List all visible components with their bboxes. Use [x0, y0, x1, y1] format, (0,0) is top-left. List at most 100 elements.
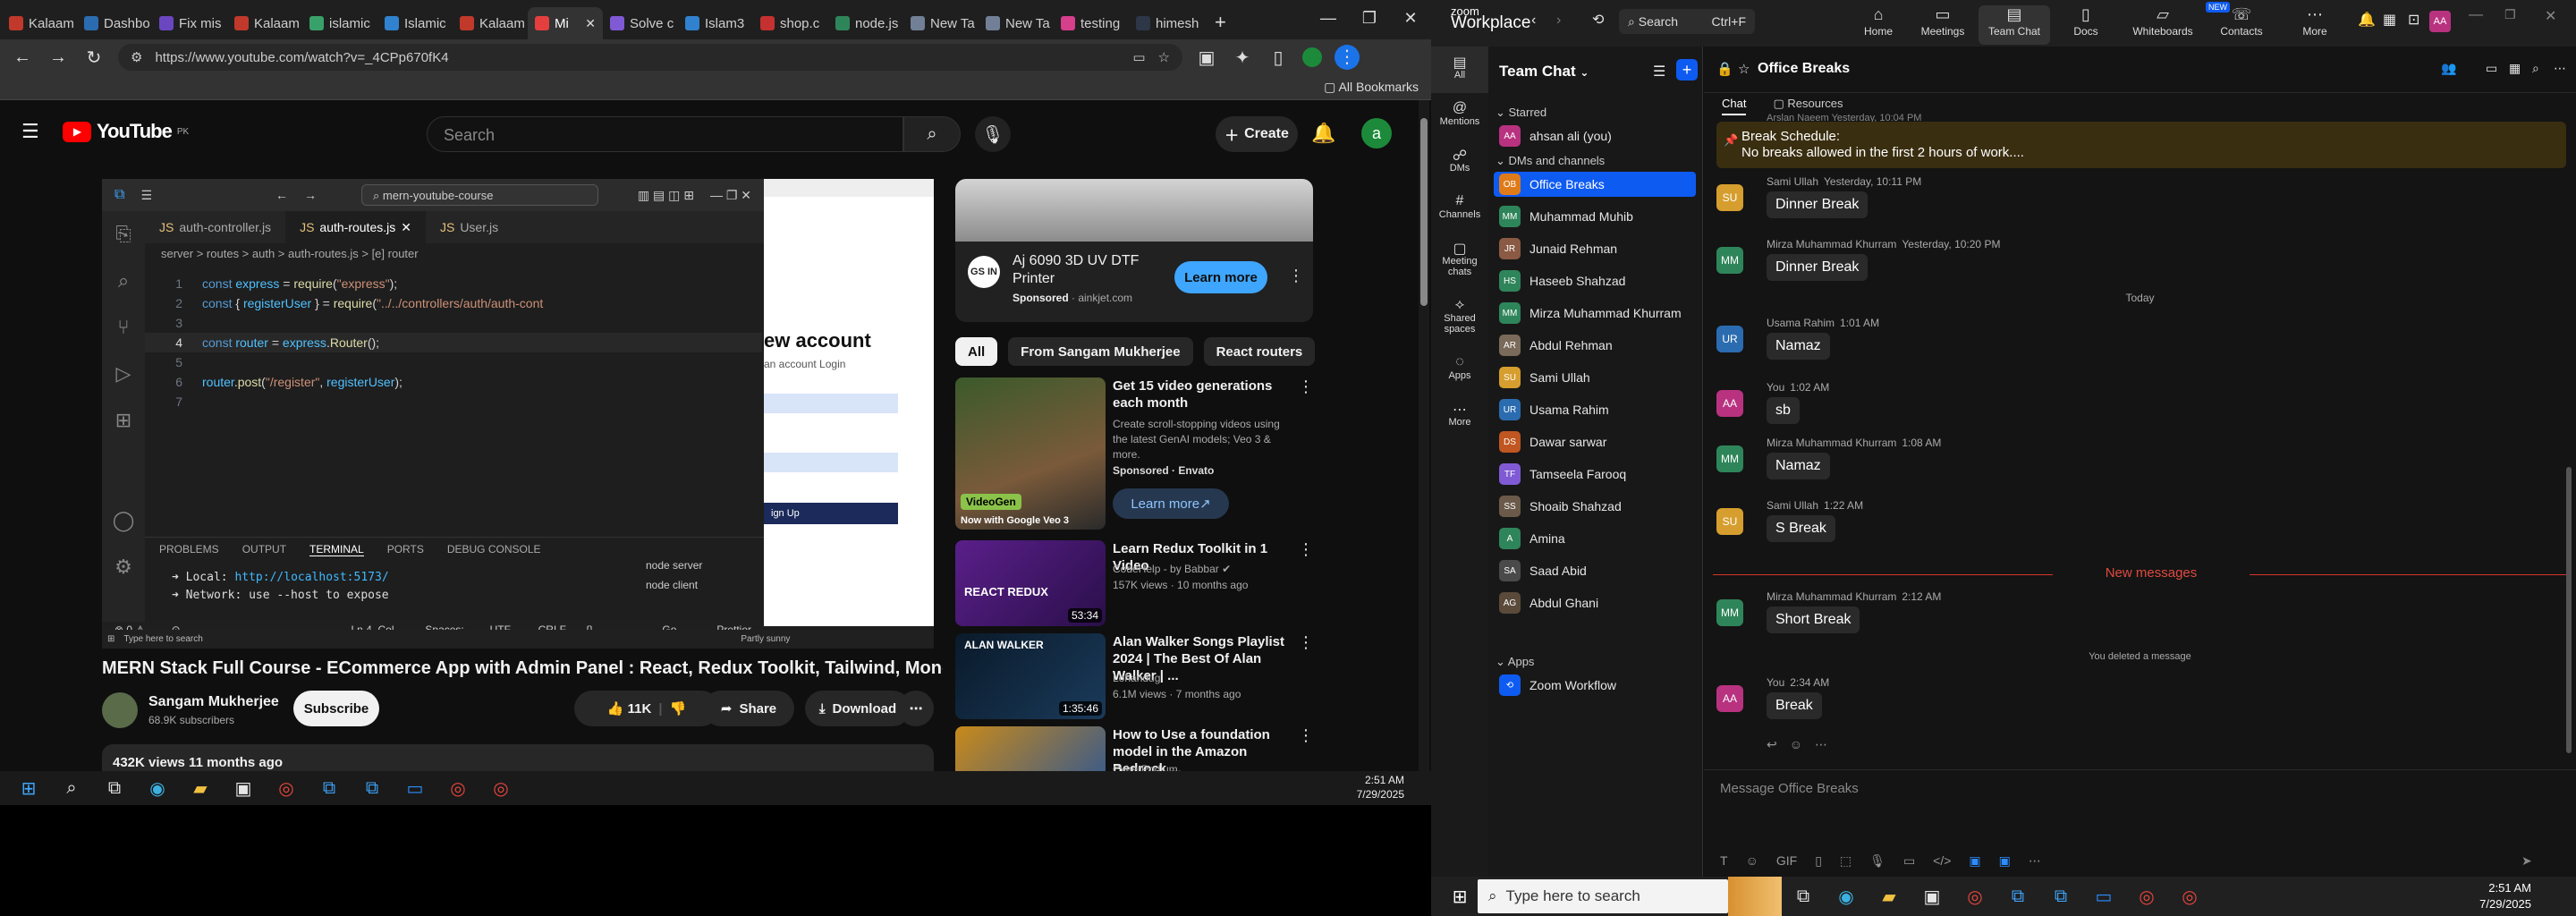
- like-button[interactable]: 👍 11K: [607, 700, 652, 717]
- menu-icon[interactable]: ⋮: [1335, 45, 1360, 70]
- extension-icon[interactable]: ▣: [1195, 47, 1218, 69]
- chrome-icon[interactable]: ◎: [265, 771, 308, 805]
- rail-apps[interactable]: ◌ Apps: [1431, 347, 1488, 394]
- video-menu-icon[interactable]: ⋮: [1298, 633, 1314, 652]
- video-menu-icon[interactable]: ⋮: [1298, 540, 1314, 559]
- channel-item[interactable]: HS Haseeb Shahzad: [1494, 268, 1696, 293]
- recommended-video[interactable]: VideoGen Now with Google Veo 3 Get 15 vi…: [955, 377, 1331, 530]
- channel-item[interactable]: AR Abdul Rehman: [1494, 333, 1696, 358]
- taskbar-clock-right[interactable]: 2:51 AM 7/29/2025: [2479, 880, 2531, 912]
- emoji-icon[interactable]: ☺: [1790, 737, 1802, 752]
- edge-icon[interactable]: ◉: [1825, 877, 1868, 916]
- taskbar-clock[interactable]: 2:51 AM 7/29/2025: [1357, 773, 1404, 802]
- browser-tab[interactable]: Kalaam: [453, 7, 528, 39]
- chip-channel[interactable]: From Sangam Mukherjee: [1008, 337, 1193, 366]
- channel-avatar[interactable]: [102, 692, 138, 728]
- rail-meeting-chats[interactable]: ▢ Meeting chats: [1431, 233, 1488, 290]
- calendar-icon[interactable]: ▦: [2509, 61, 2521, 76]
- ad-learn-more-button[interactable]: Learn more: [1174, 261, 1267, 293]
- chat-title[interactable]: Office Breaks: [1758, 61, 1850, 77]
- rail-channels[interactable]: # Channels: [1431, 186, 1488, 233]
- task-view-icon[interactable]: ⧉: [93, 771, 136, 805]
- browser-tab[interactable]: Kalaam: [227, 7, 302, 39]
- site-info-icon[interactable]: ⚙: [131, 49, 142, 65]
- taskbar-search-input[interactable]: ⌕ Type here to search: [1478, 879, 1728, 913]
- user-avatar[interactable]: AA: [2429, 11, 2451, 32]
- channel-item[interactable]: DS Dawar sarwar: [1494, 429, 1696, 454]
- chat-message[interactable]: SU Sami Ullah Yesterday, 10:11 PM Dinner Br…: [1716, 175, 2521, 225]
- profile-avatar[interactable]: [1302, 47, 1322, 67]
- scrollbar-thumb[interactable]: [2566, 467, 2572, 753]
- channel-item[interactable]: TF Tamseela Farooq: [1494, 462, 1696, 487]
- dislike-button[interactable]: 👎: [670, 700, 687, 717]
- weather-widget-icon[interactable]: [1728, 877, 1782, 916]
- ad-menu-icon[interactable]: ⋮: [1288, 267, 1304, 285]
- chat-message[interactable]: AA You 1:02 AM sb: [1716, 381, 2521, 431]
- edge-icon[interactable]: ◉: [136, 771, 179, 805]
- gif-button[interactable]: GIF: [1776, 853, 1797, 869]
- all-bookmarks[interactable]: ▢ All Bookmarks: [1324, 80, 1419, 95]
- search-icon[interactable]: ⌕: [2532, 61, 2539, 76]
- nav-docs[interactable]: ▯ Docs: [2050, 5, 2122, 38]
- channel-item[interactable]: JR Junaid Rehman: [1494, 236, 1696, 261]
- chat-message[interactable]: MM Mirza Muhammad Khurram 2:12 AM Short Bre…: [1716, 590, 2521, 640]
- browser-tab[interactable]: Mi ✕: [528, 7, 603, 39]
- chrome-icon[interactable]: ◎: [2168, 877, 2211, 916]
- task-view-icon[interactable]: ⧉: [1782, 877, 1825, 916]
- browser-tab[interactable]: islamic: [302, 7, 377, 39]
- url-input[interactable]: ⚙ https://www.youtube.com/watch?v=_4CPp6…: [118, 44, 1182, 71]
- file-icon[interactable]: ▯: [1815, 853, 1822, 869]
- format-icon[interactable]: T: [1720, 853, 1728, 869]
- back-icon[interactable]: ←: [11, 47, 34, 68]
- nav-team-chat[interactable]: ▤ Team Chat: [1979, 5, 2050, 45]
- code-icon[interactable]: </>: [1933, 853, 1951, 869]
- chrome-icon[interactable]: ◎: [436, 771, 479, 805]
- list-title[interactable]: Team Chat ⌄: [1499, 63, 1589, 81]
- browser-tab[interactable]: Islamic: [377, 7, 453, 39]
- mic-icon[interactable]: 🎙: [1869, 853, 1885, 869]
- youtube-logo[interactable]: ▶ YouTube PK: [63, 120, 189, 143]
- calendar-icon[interactable]: ▦: [2383, 11, 2396, 29]
- recommended-video[interactable]: REACT REDUX 53:34 Learn Redux Toolkit in…: [955, 540, 1331, 626]
- back-icon[interactable]: ‹: [1531, 13, 1536, 29]
- store-icon[interactable]: ▣: [222, 771, 265, 805]
- app-icon[interactable]: ▣: [1969, 853, 1980, 869]
- rail-mentions[interactable]: @ Mentions: [1431, 93, 1488, 140]
- voice-search-button[interactable]: 🎙: [975, 116, 1011, 152]
- download-button[interactable]: ⤓ Download: [805, 691, 911, 726]
- channel-item[interactable]: A Amina: [1494, 526, 1696, 551]
- store-icon[interactable]: ▣: [1911, 877, 1953, 916]
- learn-more-button[interactable]: Learn more ↗: [1113, 488, 1229, 519]
- app-icon[interactable]: ▣: [1999, 853, 2011, 869]
- history-icon[interactable]: ⟲: [1592, 11, 1604, 29]
- browser-tab[interactable]: Fix mis: [152, 7, 227, 39]
- screenshot-icon[interactable]: ⬚: [1840, 853, 1852, 869]
- channel-item[interactable]: UR Usama Rahim: [1494, 397, 1696, 422]
- video-clip-icon[interactable]: ▭: [1903, 853, 1915, 869]
- chip-all[interactable]: All: [955, 337, 998, 366]
- file-explorer-icon[interactable]: ▰: [179, 771, 222, 805]
- close-icon[interactable]: ✕: [2545, 7, 2556, 25]
- starred-section[interactable]: ⌄ Starred: [1496, 106, 1546, 120]
- rail-dms[interactable]: ☍ DMs: [1431, 140, 1488, 186]
- video-menu-icon[interactable]: ⋮: [1298, 726, 1314, 745]
- dms-section[interactable]: ⌄ DMs and channels: [1496, 154, 1605, 168]
- cast-icon[interactable]: ▭: [1132, 49, 1145, 65]
- hamburger-icon[interactable]: ☰: [21, 120, 39, 143]
- nav-whiteboards[interactable]: ▱ Whiteboards: [2127, 5, 2199, 38]
- message-input[interactable]: Message Office Breaks: [1704, 769, 2576, 805]
- browser-tab[interactable]: Solve c: [603, 7, 678, 39]
- recommended-video[interactable]: ALAN WALKER 1:35:46 Alan Walker Songs Pl…: [955, 633, 1331, 719]
- create-button[interactable]: ＋ Create: [1216, 116, 1298, 152]
- share-button[interactable]: ➦ Share: [703, 691, 794, 726]
- file-explorer-icon[interactable]: ▰: [1868, 877, 1911, 916]
- channel-item[interactable]: MM Muhammad Muhib: [1494, 204, 1696, 229]
- sidebar-icon[interactable]: ▯: [1267, 47, 1290, 69]
- forward-icon[interactable]: ›: [1556, 13, 1561, 29]
- channel-item[interactable]: SS Shoaib Shahzad: [1494, 494, 1696, 519]
- video-icon[interactable]: ▭: [2486, 61, 2497, 76]
- apps-grid-icon[interactable]: ⊡: [2408, 11, 2419, 29]
- channel-item[interactable]: OB Office Breaks: [1494, 172, 1696, 197]
- search-button[interactable]: ⌕: [903, 116, 961, 152]
- channel-item[interactable]: SU Sami Ullah: [1494, 365, 1696, 390]
